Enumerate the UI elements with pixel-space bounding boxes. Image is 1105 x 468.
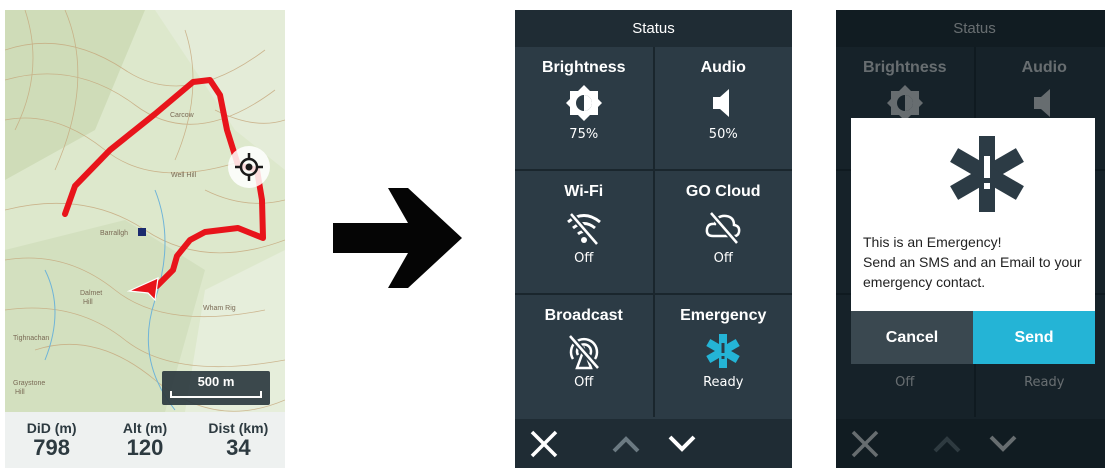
map-scale-bar <box>170 391 262 398</box>
chevron-down-icon[interactable] <box>667 429 697 459</box>
stat-alt-value: 120 <box>126 435 164 460</box>
tile-audio-label: Audio <box>700 59 746 76</box>
tile-wifi[interactable]: Wi-Fi Off <box>515 171 653 293</box>
broadcast-off-icon <box>567 334 601 370</box>
tile-brightness-label: Brightness <box>541 59 626 76</box>
tile-wifi-label: Wi-Fi <box>564 183 604 200</box>
emergency-dialog: This is an Emergency! Send an SMS and an… <box>851 118 1095 364</box>
cancel-button[interactable]: Cancel <box>851 311 973 364</box>
dialog-buttons: Cancel Send <box>851 311 1095 364</box>
emergency-icon <box>950 136 1024 212</box>
svg-text:Hill: Hill <box>83 299 93 306</box>
svg-text:Well Hill: Well Hill <box>171 172 197 179</box>
status-screen: Status Brightness 75% Audio 50% Wi-Fi Of… <box>515 10 792 468</box>
status-grid: Brightness 75% Audio 50% Wi-Fi Off GO Cl… <box>515 47 792 417</box>
stat-dist-value: 34 <box>226 435 251 460</box>
svg-text:Hill: Hill <box>15 389 25 396</box>
crosshair-icon <box>235 153 263 181</box>
svg-text:Dalmet: Dalmet <box>80 290 102 297</box>
volume-icon <box>713 89 730 117</box>
tile-brightness[interactable]: Brightness 75% <box>515 47 653 169</box>
tile-go-cloud-status: Off <box>713 251 733 266</box>
tile-audio-status: 50% <box>708 127 738 142</box>
emergency-message-line2: Send an SMS and an Email to your emergen… <box>863 254 1082 290</box>
send-button[interactable]: Send <box>973 311 1095 364</box>
chevron-up-icon[interactable] <box>611 429 641 459</box>
tile-broadcast[interactable]: Broadcast Off <box>515 295 653 417</box>
map-scale: 500 m <box>162 371 270 405</box>
stat-did-label: DiD (m) <box>26 420 77 436</box>
tile-audio[interactable]: Audio 50% <box>654 47 792 169</box>
svg-text:Tighnachan: Tighnachan <box>13 335 49 342</box>
wifi-off-icon <box>566 212 601 246</box>
svg-text:Barrallgh: Barrallgh <box>100 230 128 237</box>
svg-text:Graystone: Graystone <box>13 380 45 387</box>
topographic-map[interactable]: Well Hill Dalmet Hill Tighnachan Graysto… <box>5 10 285 412</box>
locate-button[interactable] <box>228 146 270 188</box>
map-view[interactable]: Well Hill Dalmet Hill Tighnachan Graysto… <box>5 10 285 468</box>
stat-did: DiD (m) 798 <box>5 412 98 468</box>
cloud-off-icon <box>705 211 741 245</box>
bottom-bar <box>515 419 792 468</box>
stat-alt-label: Alt (m) <box>122 420 168 436</box>
stat-did-value: 798 <box>33 435 71 460</box>
tile-emergency[interactable]: Emergency Ready <box>654 295 792 417</box>
svg-text:Wham Rig: Wham Rig <box>203 305 236 312</box>
tile-broadcast-label: Broadcast <box>544 307 623 324</box>
tile-go-cloud[interactable]: GO Cloud Off <box>654 171 792 293</box>
tile-emergency-label: Emergency <box>680 307 767 324</box>
stat-dist: Dist (km) 34 <box>192 412 285 468</box>
stat-alt: Alt (m) 120 <box>98 412 191 468</box>
tile-go-cloud-label: GO Cloud <box>685 183 761 200</box>
close-icon[interactable] <box>529 429 559 459</box>
emergency-message-line1: This is an Emergency! <box>863 234 1002 250</box>
stats-bar: DiD (m) 798 Alt (m) 120 Dist (km) 34 <box>5 412 285 468</box>
status-screen-emergency: Status Brightness 75% Audio 50% Wi <box>836 10 1105 468</box>
right-arrow-icon <box>333 188 462 288</box>
tile-wifi-status: Off <box>574 251 594 266</box>
map-scale-label: 500 m <box>197 374 235 389</box>
tile-broadcast-status: Off <box>574 375 594 390</box>
status-title: Status <box>515 10 792 47</box>
emergency-message: This is an Emergency! Send an SMS and an… <box>863 232 1089 292</box>
brightness-icon <box>565 85 602 121</box>
tile-emergency-status: Ready <box>703 375 744 390</box>
svg-text:Carcow: Carcow <box>170 112 195 119</box>
emergency-icon <box>706 334 740 368</box>
stat-dist-label: Dist (km) <box>208 420 269 436</box>
tile-brightness-status: 75% <box>569 127 599 142</box>
